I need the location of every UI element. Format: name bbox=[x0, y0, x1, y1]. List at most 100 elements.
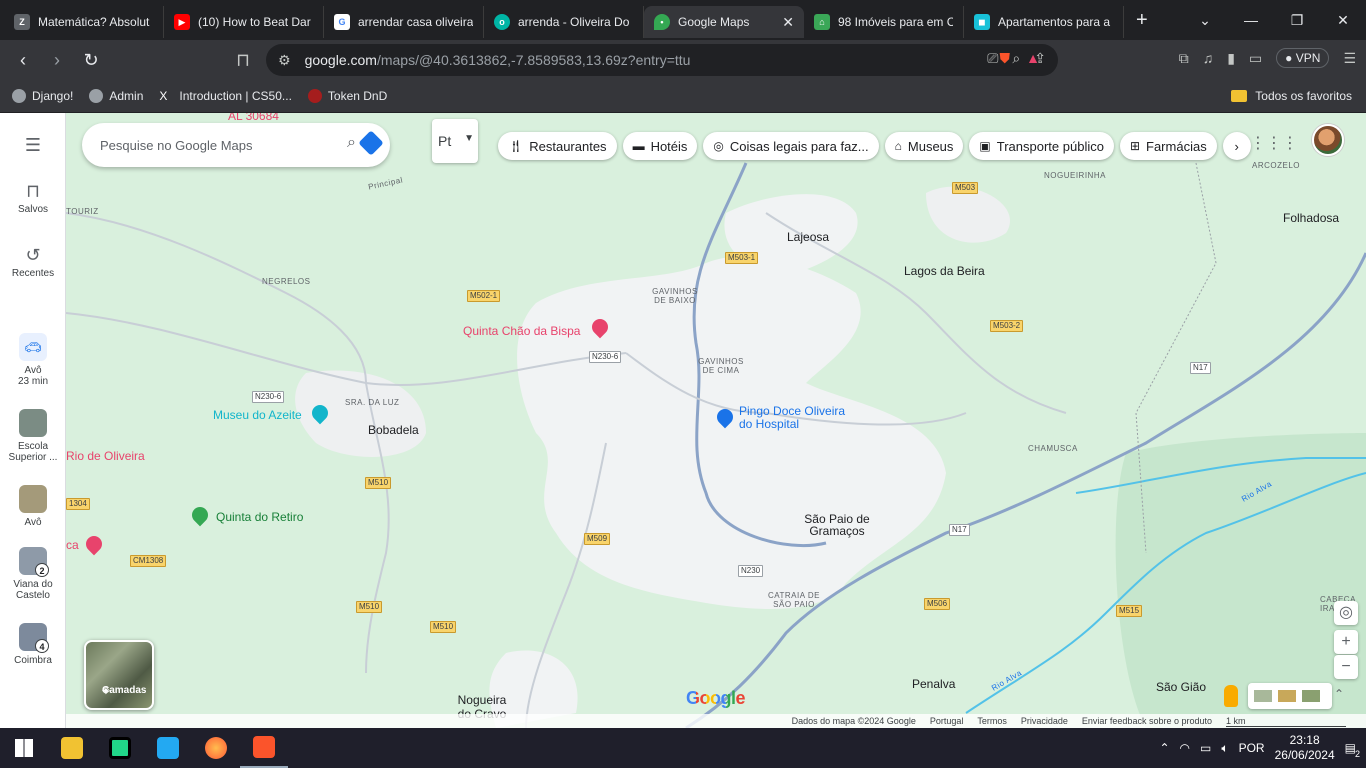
browser-tab[interactable]: Z Matemática? Absolut bbox=[4, 6, 164, 38]
browser-tab[interactable]: ⌂ 98 Imóveis para em C bbox=[804, 6, 964, 38]
taskbar-firefox[interactable] bbox=[192, 728, 240, 768]
bookmark-item[interactable]: Admin bbox=[89, 89, 143, 103]
reload-icon[interactable]: ↻ bbox=[74, 50, 108, 71]
layers-button[interactable]: ◈ Camadas bbox=[84, 640, 154, 710]
search-box[interactable]: Pesquise no Google Maps ⌕ bbox=[82, 123, 390, 167]
terms-link[interactable]: Termos bbox=[977, 716, 1007, 726]
saved-button[interactable]: ⊓ Salvos bbox=[0, 181, 66, 215]
zoom-icon[interactable]: ⌕ bbox=[1012, 50, 1020, 67]
recent-item[interactable]: 4 Coimbra bbox=[0, 623, 66, 666]
search-icon[interactable]: ⌕ bbox=[347, 134, 356, 152]
chip-things-to-do[interactable]: ◎ Coisas legais para faz... bbox=[703, 132, 879, 160]
taskbar-pycharm[interactable] bbox=[96, 728, 144, 768]
bookmark-item[interactable]: Token DnD bbox=[307, 89, 387, 103]
recent-item[interactable]: Escola Superior ... bbox=[0, 409, 66, 463]
poi-label[interactable]: Rio de Oliveira bbox=[66, 449, 145, 463]
pegman-icon[interactable] bbox=[1224, 685, 1238, 707]
apps-grid-icon[interactable]: ⋮⋮⋮ bbox=[1250, 133, 1298, 153]
language-indicator[interactable]: POR bbox=[1239, 741, 1265, 755]
close-tab-icon[interactable]: ✕ bbox=[782, 14, 794, 31]
chevron-down-icon[interactable]: ▼ bbox=[464, 133, 474, 144]
bookmark-item[interactable]: Django! bbox=[12, 89, 73, 103]
feedback-link[interactable]: Enviar feedback sobre o produto bbox=[1082, 716, 1212, 726]
bookmark-page-icon[interactable]: ⊓ bbox=[226, 50, 260, 71]
my-location-button[interactable]: ◎ bbox=[1334, 601, 1358, 625]
chip-pharmacies[interactable]: ⊞ Farmácias bbox=[1119, 132, 1217, 160]
notifications-icon[interactable]: ▤ 2 bbox=[1345, 741, 1360, 759]
install-app-icon[interactable]: ⎚ bbox=[987, 50, 998, 67]
account-avatar[interactable] bbox=[1312, 124, 1344, 156]
bookmark-item[interactable]: X Introduction | CS50... bbox=[159, 89, 292, 103]
sidebar-icon[interactable]: ▮ bbox=[1227, 50, 1235, 67]
vpn-label: VPN bbox=[1295, 51, 1321, 65]
recent-button[interactable]: ↺ Recentes bbox=[0, 245, 66, 279]
brave-rewards-icon[interactable]: ▲ bbox=[1026, 50, 1040, 66]
extensions-icon[interactable]: ⧉ bbox=[1179, 50, 1189, 67]
input-tools-button[interactable]: Pt ▼ bbox=[432, 119, 478, 163]
browser-tab[interactable]: o arrenda - Oliveira Do bbox=[484, 6, 644, 38]
taskbar-explorer[interactable] bbox=[48, 728, 96, 768]
browser-tab-active[interactable]: • Google Maps ✕ bbox=[644, 6, 804, 38]
chip-museums[interactable]: ⌂ Museus bbox=[884, 132, 964, 160]
browser-tab[interactable]: ◼ Apartamentos para a bbox=[964, 6, 1124, 38]
taskbar-brave[interactable] bbox=[240, 728, 288, 768]
tab-search-icon[interactable]: ⌄ bbox=[1182, 12, 1228, 29]
privacy-link[interactable]: Privacidade bbox=[1021, 716, 1068, 726]
map-type-strip[interactable] bbox=[1248, 683, 1332, 709]
menu-icon[interactable]: ☰ bbox=[1343, 50, 1356, 67]
browser-tab[interactable]: ▶ (10) How to Beat Dar bbox=[164, 6, 324, 38]
clock[interactable]: 23:18 26/06/2024 bbox=[1275, 733, 1335, 763]
wallet-icon[interactable]: ▭ bbox=[1249, 50, 1262, 67]
poi-label[interactable]: Museu do Azeite bbox=[213, 409, 302, 422]
tab-title: Apartamentos para a bbox=[998, 15, 1111, 29]
menu-button[interactable]: ☰ bbox=[0, 135, 66, 158]
place-label: São Gião bbox=[1156, 680, 1207, 694]
address-bar[interactable]: ⚙ google.com/maps/@40.3613862,-7.8589583… bbox=[266, 44, 1058, 76]
poi-label[interactable]: Quinta do Retiro bbox=[216, 510, 303, 524]
chip-transit[interactable]: ▣ Transporte público bbox=[969, 132, 1114, 160]
chip-hotels[interactable]: ▬ Hotéis bbox=[622, 132, 698, 160]
browser-tab[interactable]: Garrendar casa oliveira bbox=[324, 6, 484, 38]
attribution-region[interactable]: Portugal bbox=[930, 716, 964, 726]
forward-icon[interactable]: › bbox=[40, 50, 74, 71]
maximize-icon[interactable]: ❐ bbox=[1274, 12, 1320, 29]
place-thumbnail bbox=[19, 409, 47, 437]
bookmark-label: Django! bbox=[32, 89, 74, 103]
site-settings-icon[interactable]: ⚙ bbox=[278, 52, 291, 69]
plus-icon: + bbox=[1341, 633, 1351, 650]
new-tab-icon[interactable]: + bbox=[1136, 9, 1148, 32]
tab-strip: Z Matemática? Absolut ▶ (10) How to Beat D… bbox=[0, 0, 1366, 40]
battery-icon[interactable]: ▭ bbox=[1200, 741, 1211, 755]
scale-bar[interactable]: 1 km bbox=[1226, 716, 1346, 727]
poi-label[interactable]: Quinta Chão da Bispa bbox=[463, 324, 580, 338]
minimize-icon[interactable]: — bbox=[1228, 12, 1274, 28]
vpn-button[interactable]: ● VPN bbox=[1276, 48, 1330, 68]
recent-label: Recentes bbox=[11, 268, 55, 279]
recent-item[interactable]: 🚗︎ Avô 23 min bbox=[0, 333, 66, 387]
poi-label[interactable]: ca bbox=[66, 538, 79, 552]
chip-restaurants[interactable]: 🍴︎ Restaurantes bbox=[498, 132, 617, 160]
zoom-in-button[interactable]: + bbox=[1334, 630, 1358, 654]
road-shield: 1304 bbox=[66, 498, 90, 510]
recent-item[interactable]: 2 Viana do Castelo bbox=[0, 547, 66, 601]
expand-icon[interactable]: ⌃ bbox=[1334, 687, 1344, 701]
volume-icon[interactable]: 🔈︎ bbox=[1221, 741, 1228, 756]
place-label: Penalva bbox=[912, 677, 956, 691]
zoom-out-button[interactable]: − bbox=[1334, 655, 1358, 679]
directions-icon[interactable] bbox=[358, 130, 384, 156]
tray-chevron-icon[interactable]: ⌃ bbox=[1159, 741, 1169, 755]
poi-label[interactable]: AL 30684 bbox=[228, 113, 279, 123]
media-icon[interactable]: ♫ bbox=[1203, 50, 1214, 66]
tab-title: 98 Imóveis para em C bbox=[838, 15, 953, 29]
close-window-icon[interactable]: ✕ bbox=[1320, 12, 1366, 29]
taskbar-vscode[interactable] bbox=[144, 728, 192, 768]
wifi-icon[interactable]: ◠ bbox=[1180, 741, 1190, 755]
poi-label[interactable]: Pingo Doce Oliveira do Hospital bbox=[739, 405, 859, 431]
brave-shield-icon[interactable]: ⛊ bbox=[1000, 50, 1011, 67]
recent-item[interactable]: Avô bbox=[0, 485, 66, 528]
map-canvas[interactable]: Pesquise no Google Maps ⌕ Pt ▼ 🍴︎ Restaura… bbox=[66, 113, 1366, 728]
all-bookmarks[interactable]: Todos os favoritos bbox=[1231, 89, 1352, 103]
chips-next-button[interactable]: › bbox=[1222, 132, 1251, 160]
back-icon[interactable]: ‹ bbox=[6, 50, 40, 71]
start-button[interactable] bbox=[0, 728, 48, 768]
